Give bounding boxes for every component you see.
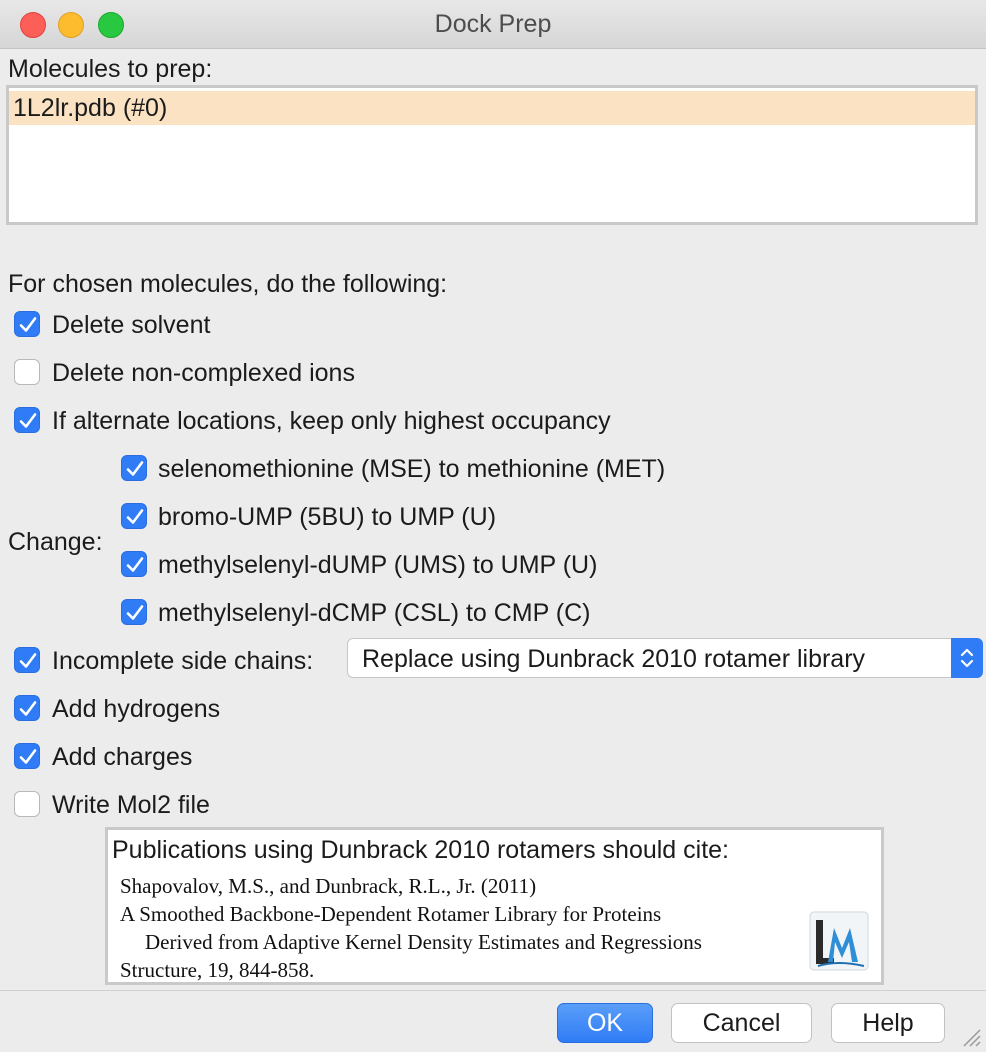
checkmark-icon: [19, 701, 37, 716]
delete-ions-checkbox[interactable]: [14, 359, 40, 385]
checkmark-icon: [19, 653, 37, 668]
molecules-label: Molecules to prep:: [8, 55, 213, 83]
write-mol2-label: Write Mol2 file: [52, 791, 210, 819]
checkmark-icon: [126, 509, 144, 524]
add-hydrogens-checkbox[interactable]: [14, 695, 40, 721]
checkmark-icon: [126, 605, 144, 620]
alt-locations-checkbox[interactable]: [14, 407, 40, 433]
options-heading: For chosen molecules, do the following:: [8, 270, 448, 298]
molecules-list[interactable]: 1L2lr.pdb (#0): [6, 85, 978, 225]
ok-button[interactable]: OK: [557, 1003, 653, 1043]
citation-title-line1: A Smoothed Backbone-Dependent Rotamer Li…: [120, 902, 662, 926]
change-label: Change:: [8, 528, 103, 556]
cancel-button[interactable]: Cancel: [671, 1003, 812, 1043]
mse-to-met-label: selenomethionine (MSE) to methionine (ME…: [158, 455, 666, 483]
5bu-to-ump-checkbox[interactable]: [121, 503, 147, 529]
csl-to-cmp-label: methylselenyl-dCMP (CSL) to CMP (C): [158, 599, 591, 627]
citation-authors: Shapovalov, M.S., and Dunbrack, R.L., Jr…: [120, 874, 537, 898]
ums-to-ump-label: methylselenyl-dUMP (UMS) to UMP (U): [158, 551, 598, 579]
checkmark-icon: [126, 557, 144, 572]
help-button[interactable]: Help: [831, 1003, 945, 1043]
side-chains-checkbox[interactable]: [14, 647, 40, 673]
write-mol2-checkbox[interactable]: [14, 791, 40, 817]
add-charges-checkbox[interactable]: [14, 743, 40, 769]
checkmark-icon: [19, 749, 37, 764]
delete-ions-label: Delete non-complexed ions: [52, 359, 355, 387]
button-separator: [0, 990, 986, 991]
window-title: Dock Prep: [434, 10, 552, 38]
add-charges-label: Add charges: [52, 743, 193, 771]
checkmark-icon: [19, 317, 37, 332]
delete-solvent-checkbox[interactable]: [14, 311, 40, 337]
5bu-to-ump-label: bromo-UMP (5BU) to UMP (U): [158, 503, 497, 531]
ums-to-ump-checkbox[interactable]: [121, 551, 147, 577]
list-item[interactable]: 1L2lr.pdb (#0): [9, 91, 975, 125]
journal-logo-icon: [809, 911, 869, 971]
delete-solvent-label: Delete solvent: [52, 311, 211, 339]
citation-heading: Publications using Dunbrack 2010 rotamer…: [112, 836, 730, 864]
select-arrows-icon[interactable]: [951, 638, 983, 678]
title-bar[interactable]: Dock Prep: [0, 0, 986, 49]
citation-title-line2: Derived from Adaptive Kernel Density Est…: [145, 930, 702, 954]
citation-journal: Structure, 19, 844-858.: [120, 958, 315, 982]
citation-box: Publications using Dunbrack 2010 rotamer…: [105, 827, 884, 985]
dock-prep-window: Dock Prep Molecules to prep: 1L2lr.pdb (…: [0, 0, 986, 1052]
side-chains-select[interactable]: Replace using Dunbrack 2010 rotamer libr…: [347, 638, 983, 678]
checkmark-icon: [19, 413, 37, 428]
side-chains-selected-value: Replace using Dunbrack 2010 rotamer libr…: [362, 645, 866, 673]
mse-to-met-checkbox[interactable]: [121, 455, 147, 481]
alt-locations-label: If alternate locations, keep only highes…: [52, 407, 611, 435]
add-hydrogens-label: Add hydrogens: [52, 695, 221, 723]
resize-grip-icon[interactable]: [958, 1024, 982, 1048]
side-chains-label: Incomplete side chains:: [52, 647, 314, 675]
csl-to-cmp-checkbox[interactable]: [121, 599, 147, 625]
checkmark-icon: [126, 461, 144, 476]
